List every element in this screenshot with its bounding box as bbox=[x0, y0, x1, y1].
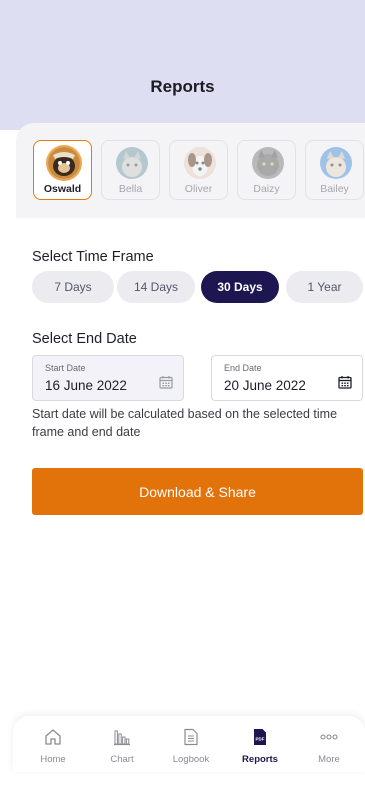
pdf-badge-text: PDF bbox=[256, 737, 265, 742]
app-header: Reports bbox=[0, 0, 365, 130]
pet-avatar bbox=[48, 147, 80, 179]
download-share-button[interactable]: Download & Share bbox=[32, 468, 363, 515]
logbook-icon bbox=[184, 728, 198, 746]
home-icon bbox=[45, 729, 61, 745]
time-frame-option-1-year[interactable]: 1 Year bbox=[286, 271, 363, 303]
pet-card-oliver[interactable]: Oliver bbox=[169, 140, 228, 200]
end-date-value: 20 June 2022 bbox=[224, 378, 306, 393]
more-icon bbox=[320, 734, 338, 740]
time-frame-title: Select Time Frame bbox=[32, 249, 154, 265]
pet-card-bella[interactable]: Bella bbox=[101, 140, 160, 200]
start-date-label: Start Date bbox=[45, 363, 86, 373]
time-frame-option-30-days[interactable]: 30 Days bbox=[201, 271, 279, 303]
time-frame-option-7-days[interactable]: 7 Days bbox=[32, 271, 114, 303]
nav-label: Home bbox=[40, 754, 66, 765]
pet-avatar bbox=[184, 147, 216, 179]
nav-label: More bbox=[318, 754, 340, 765]
pet-card-bailey[interactable]: Bailey bbox=[305, 140, 364, 200]
pet-avatar bbox=[252, 147, 284, 179]
nav-label: Chart bbox=[110, 754, 134, 765]
nav-item-home[interactable]: Home bbox=[23, 716, 83, 772]
nav-item-logbook[interactable]: Logbook bbox=[161, 716, 221, 772]
time-frame-option-14-days[interactable]: 14 Days bbox=[117, 271, 195, 303]
nav-item-reports[interactable]: PDF Reports bbox=[230, 716, 290, 772]
end-date-field[interactable]: End Date 20 June 2022 bbox=[211, 355, 363, 401]
pet-avatar bbox=[320, 147, 352, 179]
pet-name: Bailey bbox=[320, 183, 349, 195]
bottom-nav: Home Chart Logbook PDF Reports More bbox=[13, 716, 365, 772]
calendar-icon[interactable] bbox=[338, 375, 352, 389]
nav-label: Reports bbox=[242, 754, 278, 765]
pet-card-daizy[interactable]: Daizy bbox=[237, 140, 296, 200]
nav-item-more[interactable]: More bbox=[299, 716, 359, 772]
pet-card-oswald[interactable]: Oswald bbox=[33, 140, 92, 200]
pet-name: Daizy bbox=[253, 183, 280, 195]
end-date-title: Select End Date bbox=[32, 331, 137, 347]
pet-name: Oswald bbox=[43, 183, 82, 195]
start-date-field: Start Date 16 June 2022 bbox=[32, 355, 184, 401]
chart-icon bbox=[114, 730, 130, 746]
calendar-icon bbox=[159, 376, 173, 389]
end-date-label: End Date bbox=[224, 363, 262, 373]
date-helper-text: Start date will be calculated based on t… bbox=[32, 407, 338, 439]
pet-selector: Oswald Bella Oliver Daizy Bailey bbox=[16, 123, 365, 218]
pet-name: Oliver bbox=[184, 183, 213, 195]
page-title: Reports bbox=[150, 77, 215, 96]
start-date-value: 16 June 2022 bbox=[45, 378, 127, 393]
pet-avatar bbox=[116, 147, 148, 179]
nav-item-chart[interactable]: Chart bbox=[92, 716, 152, 772]
nav-label: Logbook bbox=[172, 754, 210, 765]
pet-name: Bella bbox=[118, 183, 143, 195]
pdf-icon: PDF bbox=[254, 729, 266, 745]
